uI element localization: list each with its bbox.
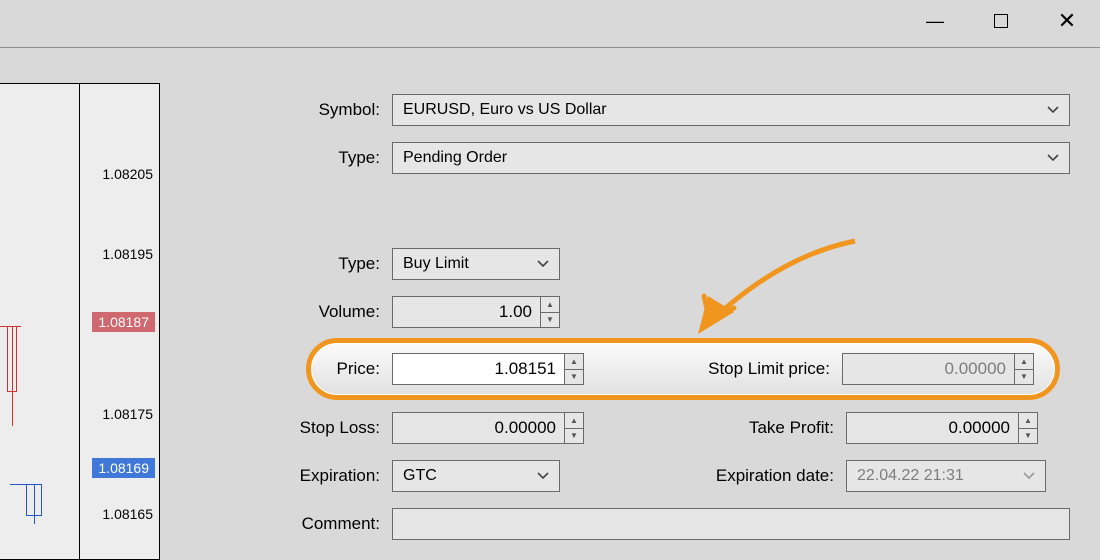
- expiration-select[interactable]: GTC: [392, 460, 560, 492]
- spinner-up-icon[interactable]: ▲: [565, 354, 583, 370]
- window-titlebar: — ✕: [0, 0, 1100, 48]
- volume-label: Volume:: [170, 302, 392, 322]
- maximize-button[interactable]: [968, 0, 1034, 42]
- comment-label: Comment:: [170, 514, 392, 534]
- volume-input[interactable]: [392, 296, 540, 328]
- spinner-down-icon[interactable]: ▼: [1019, 429, 1037, 444]
- expdate-value: 22.04.22 21:31: [857, 467, 964, 485]
- bid-price: 1.08169: [92, 458, 155, 478]
- spinner-down-icon[interactable]: ▼: [565, 370, 583, 385]
- expiration-value: GTC: [403, 467, 437, 485]
- minimize-icon: —: [926, 11, 944, 32]
- comment-input[interactable]: [392, 508, 1070, 540]
- chart-y-axis: 1.08205 1.08195 1.08187 1.08175 1.08169 …: [79, 84, 159, 559]
- symbol-label: Symbol:: [170, 100, 392, 120]
- stoploss-spinner[interactable]: ▲▼: [392, 412, 584, 444]
- close-button[interactable]: ✕: [1034, 0, 1100, 42]
- type-label: Type:: [170, 148, 392, 168]
- stoploss-input[interactable]: [392, 412, 564, 444]
- axis-tick: 1.08195: [102, 246, 153, 262]
- spinner-up-icon[interactable]: ▲: [541, 297, 559, 313]
- price-spinner[interactable]: ▲▼: [392, 353, 584, 385]
- takeprofit-label: Take Profit:: [584, 418, 846, 438]
- symbol-value: EURUSD, Euro vs US Dollar: [403, 101, 607, 119]
- spinner-down-icon[interactable]: ▼: [541, 313, 559, 328]
- takeprofit-spinner[interactable]: ▲▼: [846, 412, 1038, 444]
- spinner-down-icon[interactable]: ▼: [565, 429, 583, 444]
- stoplimit-spinner: ▲▼: [842, 353, 1034, 385]
- expdate-select: 22.04.22 21:31: [846, 460, 1046, 492]
- spinner-up-icon: ▲: [1015, 354, 1033, 370]
- spinner-up-icon[interactable]: ▲: [565, 413, 583, 429]
- stoplimit-input: [842, 353, 1014, 385]
- volume-spinner[interactable]: ▲▼: [392, 296, 560, 328]
- axis-tick: 1.08165: [102, 506, 153, 522]
- expdate-label: Expiration date:: [560, 466, 846, 486]
- maximize-icon: [994, 14, 1008, 28]
- stoploss-label: Stop Loss:: [170, 418, 392, 438]
- close-icon: ✕: [1058, 8, 1076, 34]
- chevron-down-icon: [1023, 472, 1035, 480]
- type-select[interactable]: Pending Order: [392, 142, 1070, 174]
- spinner-down-icon: ▼: [1015, 370, 1033, 385]
- ordertype-value: Buy Limit: [403, 255, 469, 273]
- ordertype-label: Type:: [170, 254, 392, 274]
- type-value: Pending Order: [403, 149, 507, 167]
- ordertype-select[interactable]: Buy Limit: [392, 248, 560, 280]
- chevron-down-icon: [537, 260, 549, 268]
- chevron-down-icon: [537, 472, 549, 480]
- stoplimit-label: Stop Limit price:: [660, 359, 842, 379]
- chevron-down-icon: [1047, 106, 1059, 114]
- price-label: Price:: [324, 359, 392, 379]
- symbol-select[interactable]: EURUSD, Euro vs US Dollar: [392, 94, 1070, 126]
- spinner-up-icon[interactable]: ▲: [1019, 413, 1037, 429]
- chevron-down-icon: [1047, 154, 1059, 162]
- price-input[interactable]: [392, 353, 564, 385]
- axis-tick: 1.08205: [102, 166, 153, 182]
- axis-tick: 1.08175: [102, 406, 153, 422]
- price-chart: 1.08205 1.08195 1.08187 1.08175 1.08169 …: [0, 83, 160, 560]
- minimize-button[interactable]: —: [902, 0, 968, 42]
- takeprofit-input[interactable]: [846, 412, 1018, 444]
- expiration-label: Expiration:: [170, 466, 392, 486]
- ask-price: 1.08187: [92, 312, 155, 332]
